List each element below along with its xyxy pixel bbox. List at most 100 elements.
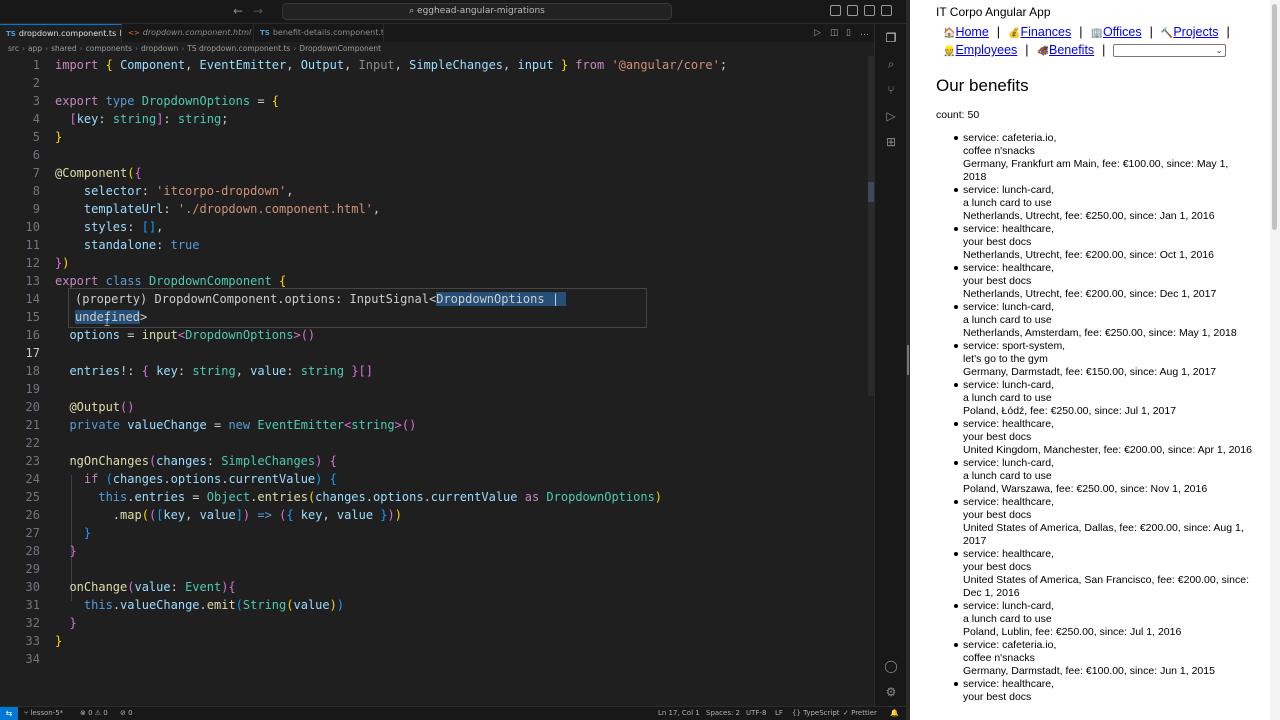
- tab-benefit-details-component-ts[interactable]: TS benefit-details.component.ts: [254, 24, 384, 42]
- status-bar: ⇆ ⑂ lesson-5* ⊗ 0 ⚠ 0 ⊘ 0 Ln 17, Col 1 S…: [0, 706, 906, 720]
- toggle-secondary-sidebar-icon[interactable]: [864, 5, 875, 16]
- benefit-detail: United States of America, Dallas, fee: €…: [963, 522, 1244, 547]
- run-icon[interactable]: ▷: [814, 28, 824, 38]
- toggle-panel-icon[interactable]: [847, 5, 858, 16]
- page-heading: Our benefits: [936, 76, 1029, 95]
- ports-status[interactable]: ⊘ 0: [120, 707, 133, 720]
- code-line: 9 templateUrl: './dropdown.component.htm…: [32, 202, 381, 216]
- nav-link-projects[interactable]: Projects: [1173, 25, 1218, 39]
- scrollbar-thumb[interactable]: [1272, 4, 1277, 230]
- benefit-detail: Germany, Darmstadt, fee: €150.00, since:…: [963, 366, 1217, 378]
- command-center[interactable]: ⌕ egghead-angular-migrations: [282, 3, 672, 20]
- code-line: 34: [25, 652, 40, 666]
- prettier-status[interactable]: ✓ Prettier: [843, 707, 877, 720]
- benefit-service: service: healthcare,: [963, 678, 1055, 690]
- benefit-desc: a lunch card to use: [963, 314, 1052, 326]
- problems-status[interactable]: ⊗ 0 ⚠ 0: [80, 707, 108, 720]
- hover-selection[interactable]: DropdownOptions |: [436, 292, 567, 306]
- branch-status[interactable]: ⑂ lesson-5*: [24, 707, 63, 720]
- code-line: 1 import { Component, EventEmitter, Outpu…: [32, 58, 728, 72]
- scrollbar[interactable]: [1270, 0, 1280, 720]
- benefit-desc: your best docs: [963, 431, 1032, 443]
- breadcrumb-item[interactable]: src: [8, 44, 19, 53]
- nav-link-employees[interactable]: Employees: [955, 43, 1017, 57]
- benefit-item: service: lunch-card, a lunch card to use P…: [954, 600, 1253, 639]
- code-line: 7 @Component({: [32, 166, 142, 180]
- divider-grip[interactable]: [907, 345, 909, 375]
- explorer-icon[interactable]: ❐: [883, 30, 899, 46]
- forward-arrow-icon[interactable]: →: [253, 4, 263, 18]
- braces-icon: {}: [792, 709, 804, 717]
- extensions-icon[interactable]: ⊞: [883, 134, 899, 150]
- benefit-desc: a lunch card to use: [963, 392, 1052, 404]
- benefit-item: service: lunch-card, a lunch card to use N…: [954, 301, 1253, 340]
- code-line: 10 styles: [],: [25, 220, 164, 234]
- search-icon[interactable]: ⌕: [883, 56, 899, 72]
- remote-icon[interactable]: ⇆: [0, 707, 18, 720]
- benefit-detail: Netherlands, Amsterdam, fee: €250.00, si…: [963, 327, 1237, 339]
- more-actions-icon[interactable]: …: [860, 28, 870, 38]
- indentation-status[interactable]: Spaces: 2: [706, 707, 740, 720]
- nav-link-finances[interactable]: Finances: [1021, 25, 1072, 39]
- breadcrumb-item[interactable]: shared: [51, 44, 77, 53]
- benefit-desc: your best docs: [963, 275, 1032, 287]
- encoding-status[interactable]: UTF-8: [746, 707, 766, 720]
- source-control-icon[interactable]: ⑂: [883, 82, 899, 98]
- nav-link-home[interactable]: Home: [955, 25, 988, 39]
- code-editor[interactable]: 1 import { Component, EventEmitter, Outpu…: [0, 56, 874, 706]
- benefit-service: service: healthcare,: [963, 496, 1055, 508]
- hover-signature-end: >: [140, 310, 148, 324]
- compare-icon[interactable]: ◫: [830, 28, 840, 38]
- toggle-primary-sidebar-icon[interactable]: [830, 5, 841, 16]
- nav-dropdown[interactable]: ⌄: [1113, 44, 1227, 58]
- benefit-desc: a lunch card to use: [963, 197, 1052, 209]
- command-center-label: egghead-angular-migrations: [417, 6, 545, 16]
- benefit-desc: a lunch card to use: [963, 470, 1052, 482]
- customize-layout-icon[interactable]: [881, 5, 892, 16]
- code-line: 17: [25, 346, 40, 360]
- ts-file-icon: TS: [6, 30, 16, 38]
- account-icon[interactable]: ◯: [883, 658, 899, 674]
- benefit-service: service: cafeteria.io,: [963, 639, 1057, 651]
- breadcrumb-item[interactable]: app: [28, 44, 42, 53]
- benefit-detail: Netherlands, Utrecht, fee: €250.00, sinc…: [963, 210, 1215, 222]
- language-status[interactable]: {} TypeScript: [792, 707, 840, 720]
- search-icon: ⌕: [409, 6, 418, 16]
- benefit-desc: your best docs: [963, 561, 1032, 573]
- benefit-desc: your best docs: [963, 509, 1032, 521]
- breadcrumb-item[interactable]: DropdownComponent: [299, 44, 381, 53]
- back-arrow-icon[interactable]: ←: [233, 4, 243, 18]
- code-line: 5}: [32, 130, 63, 144]
- benefit-service: service: sport-system,: [963, 340, 1066, 352]
- benefit-detail: United States of America, San Francisco,…: [963, 574, 1249, 599]
- check-icon: ✓: [843, 709, 852, 717]
- benefit-service: service: lunch-card,: [963, 457, 1055, 469]
- gear-icon[interactable]: ⚙: [883, 684, 899, 700]
- breadcrumb-item[interactable]: TS dropdown.component.ts: [187, 44, 290, 53]
- code-line: 19: [25, 382, 40, 396]
- breadcrumb-item[interactable]: components: [86, 44, 132, 53]
- benefit-service: service: lunch-card,: [963, 184, 1055, 196]
- code-line: 29: [25, 562, 40, 576]
- code-line: 3 export type DropdownOptions = {: [32, 94, 280, 108]
- benefit-desc: your best docs: [963, 236, 1032, 248]
- warning-icon: ⚠: [92, 709, 104, 717]
- tab-dropdown-component-ts[interactable]: TSdropdown.component.tsM×: [0, 24, 122, 42]
- split-editor-icon[interactable]: ▯: [846, 28, 856, 38]
- ts-file-icon: TS: [260, 29, 270, 37]
- benefit-item: service: healthcare, your best docs United…: [954, 548, 1253, 600]
- eol-status[interactable]: LF: [775, 707, 783, 720]
- tab-dropdown-component-html[interactable]: <> dropdown.component.html: [122, 24, 254, 42]
- notifications-icon[interactable]: 🔔: [890, 707, 899, 720]
- benefit-detail: Netherlands, Utrecht, fee: €200.00, sinc…: [963, 249, 1214, 261]
- nav-link-benefits[interactable]: Benefits: [1049, 43, 1094, 57]
- cursor-position[interactable]: Ln 17, Col 1: [658, 707, 700, 720]
- breadcrumb-item[interactable]: dropdown: [141, 44, 178, 53]
- run-debug-icon[interactable]: ▷: [883, 108, 899, 124]
- benefit-service: service: lunch-card,: [963, 301, 1055, 313]
- nav-link-offices[interactable]: Offices: [1103, 25, 1142, 39]
- boar-icon: 🐗: [1036, 46, 1049, 57]
- benefit-detail: Germany, Frankfurt am Main, fee: €100.00…: [963, 158, 1229, 183]
- code-line: 18 entries!: { key: string, value: strin…: [25, 364, 373, 378]
- formatter-label: Prettier: [851, 709, 877, 717]
